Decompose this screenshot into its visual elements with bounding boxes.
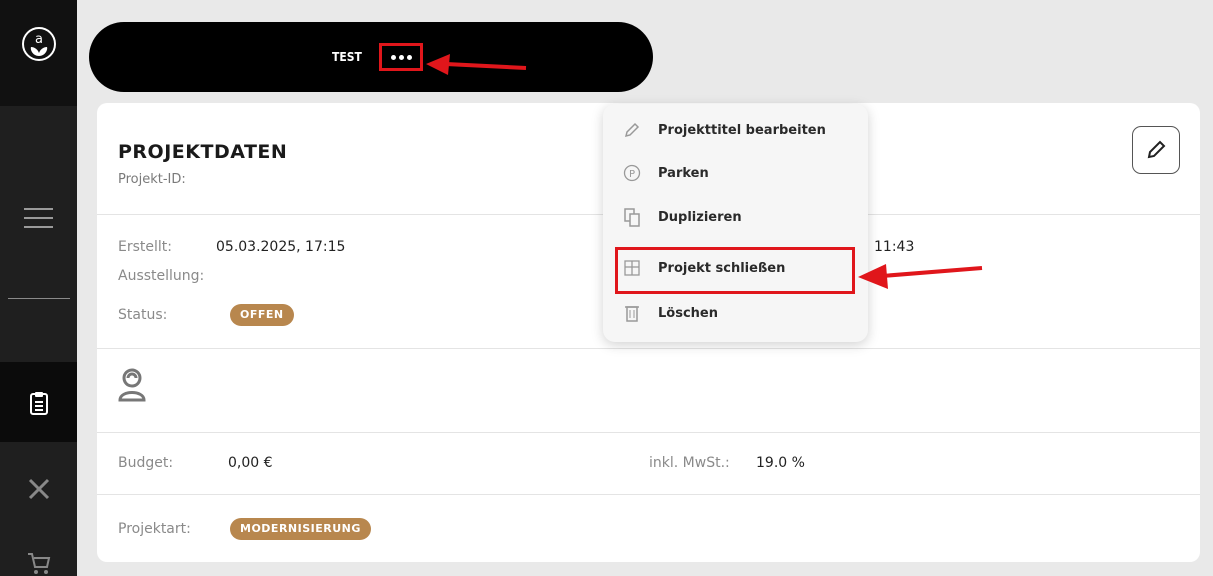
status-label: Status: — [118, 307, 168, 323]
trash-icon — [621, 302, 643, 324]
annotation-arrow-menu — [858, 264, 983, 289]
budget-section: Budget: 0,00 € inkl. MwSt.: 19.0 % — [97, 433, 1200, 495]
clipboard-icon — [30, 392, 48, 415]
exhibition-label: Ausstellung: — [118, 268, 205, 284]
pencil-icon — [1147, 140, 1166, 159]
project-type-badge: MODERNISIERUNG — [230, 518, 371, 540]
dot-icon — [398, 54, 404, 60]
sidebar: a — [0, 0, 77, 576]
menu-item-duplicate[interactable]: Duplizieren — [621, 205, 742, 229]
menu-item-park[interactable]: P Parken — [621, 161, 709, 185]
more-options-button[interactable] — [379, 43, 423, 71]
vat-label: inkl. MwSt.: — [649, 455, 730, 471]
dot-icon — [406, 54, 412, 60]
project-id-label: Projekt-ID: — [118, 172, 186, 187]
cart-icon[interactable] — [26, 550, 52, 576]
annotation-arrow-top — [426, 54, 527, 75]
app-logo[interactable]: a — [0, 0, 77, 106]
tools-icon[interactable] — [26, 476, 52, 502]
created-value: 05.03.2025, 17:15 — [216, 239, 346, 255]
created-label: Erstellt: — [118, 239, 172, 255]
edit-button[interactable] — [1132, 126, 1180, 174]
menu-item-delete[interactable]: Löschen — [621, 301, 718, 325]
section-title: PROJEKTDATEN — [118, 141, 288, 163]
duplicate-icon — [621, 206, 643, 228]
project-title: TEST — [332, 50, 362, 64]
dot-icon — [390, 54, 396, 60]
budget-label: Budget: — [118, 455, 174, 471]
annotation-highlight-box — [615, 247, 855, 294]
budget-value: 0,00 € — [228, 455, 273, 471]
person-icon — [118, 368, 146, 402]
contact-section — [97, 349, 1200, 433]
svg-text:a: a — [35, 32, 43, 47]
svg-text:P: P — [629, 169, 635, 180]
project-type-section: Projektart: MODERNISIERUNG — [97, 495, 1200, 562]
project-type-label: Projektart: — [118, 521, 191, 537]
project-options-menu: Projekttitel bearbeiten P Parken Duplizi… — [603, 104, 868, 342]
vat-value: 19.0 % — [756, 455, 805, 471]
status-badge: OFFEN — [230, 304, 294, 326]
sidebar-item-project[interactable] — [0, 362, 77, 442]
logo-icon: a — [22, 27, 56, 61]
project-header: TEST — [89, 22, 653, 92]
secondary-time-value: 11:43 — [874, 239, 915, 255]
parking-icon: P — [621, 162, 643, 184]
menu-item-edit-title[interactable]: Projekttitel bearbeiten — [621, 118, 826, 142]
hamburger-menu-icon[interactable] — [24, 208, 53, 230]
pencil-icon — [621, 119, 643, 141]
sidebar-divider — [8, 298, 70, 299]
